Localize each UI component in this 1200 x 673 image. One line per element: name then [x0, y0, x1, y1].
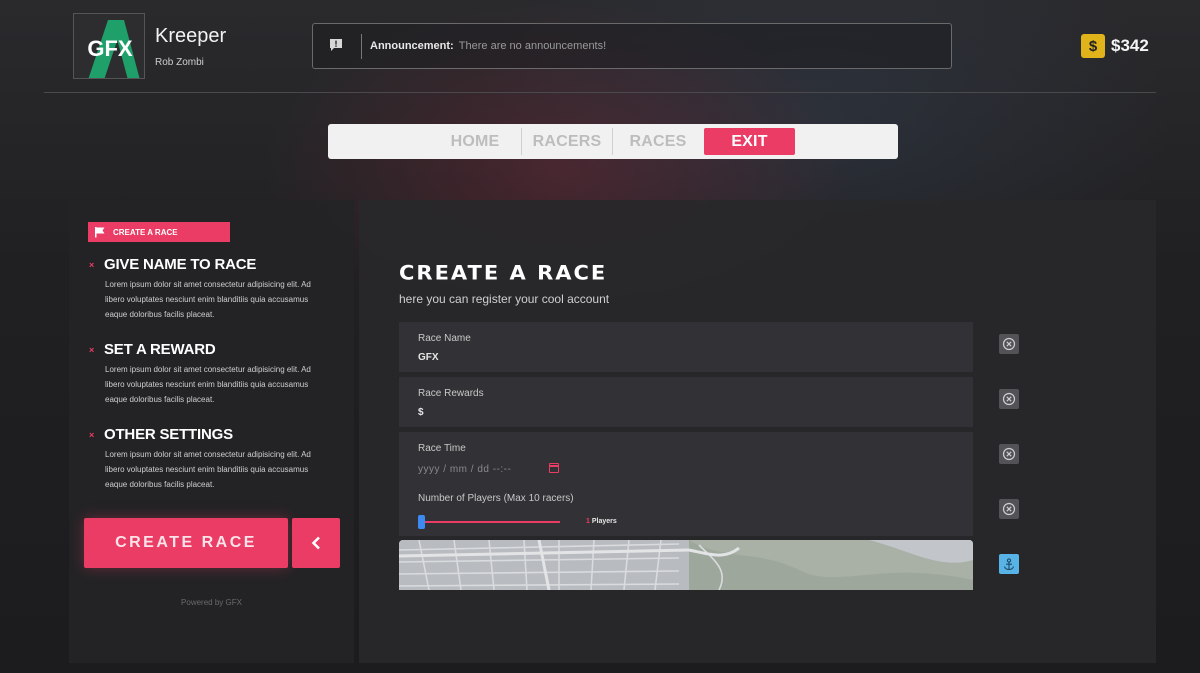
race-name-field[interactable]: Race Name GFX [399, 322, 973, 372]
announcement-text: Announcement: There are no announcements… [370, 40, 606, 52]
race-rewards-field[interactable]: Race Rewards $ [399, 377, 973, 427]
step-title: OTHER SETTINGS [104, 426, 233, 443]
race-time-field[interactable]: Race Time yyyy / mm / dd --:-- [399, 432, 973, 482]
clear-race-name-button[interactable] [999, 334, 1019, 354]
calendar-icon[interactable] [549, 463, 559, 473]
nav-home[interactable]: HOME [443, 128, 507, 155]
players-count-unit: Players [591, 518, 617, 525]
players-label: Number of Players (Max 10 racers) [418, 493, 574, 504]
announcement-icon [330, 39, 342, 51]
race-rewards-label: Race Rewards [418, 388, 484, 399]
race-name-label: Race Name [418, 333, 471, 344]
clear-race-rewards-button[interactable] [999, 389, 1019, 409]
logo-text: GFX [87, 36, 133, 61]
step-description: Lorem ipsum dolor sit amet consectetur a… [105, 450, 311, 489]
step-marker: × [89, 260, 95, 270]
page-title: CREATE A RACE [399, 262, 608, 285]
step-description: Lorem ipsum dolor sit amet consectetur a… [105, 280, 311, 319]
players-count-value: 1 [586, 518, 590, 525]
race-time-input[interactable]: yyyy / mm / dd --:-- [418, 464, 511, 475]
race-time-label: Race Time [418, 443, 466, 454]
clear-icon [1002, 337, 1016, 351]
clear-icon [1002, 447, 1016, 461]
header-divider [44, 92, 1156, 93]
race-name-input[interactable]: GFX [418, 352, 439, 363]
announcement-message: There are no announcements! [458, 40, 607, 52]
create-race-button[interactable]: CREATE RACE [84, 518, 288, 568]
clear-players-button[interactable] [999, 499, 1019, 519]
back-button[interactable] [292, 518, 340, 568]
announcement-label: Announcement: [370, 40, 454, 52]
players-count: 1 Players [586, 518, 617, 525]
clear-icon [1002, 502, 1016, 516]
players-slider-thumb[interactable] [418, 515, 425, 529]
step-marker: × [89, 345, 95, 355]
nav-racers[interactable]: RACERS [532, 128, 602, 155]
gfx-logo: GFX [73, 13, 145, 79]
main-nav: HOME RACERS RACES EXIT [328, 124, 898, 159]
nav-races[interactable]: RACES [624, 128, 692, 155]
race-rewards-input[interactable]: $ [418, 407, 424, 418]
wallet-amount: $342 [1111, 36, 1149, 55]
chevron-left-icon [311, 536, 320, 550]
nav-exit[interactable]: EXIT [704, 128, 795, 155]
nav-divider [521, 128, 522, 155]
step-description: Lorem ipsum dolor sit amet consectetur a… [105, 365, 311, 404]
set-route-button[interactable] [999, 554, 1019, 574]
create-race-badge: CREATE A RACE [88, 222, 230, 242]
profile-name: Kreeper [155, 25, 227, 47]
clear-race-time-button[interactable] [999, 444, 1019, 464]
flag-icon [95, 227, 105, 238]
clear-icon [1002, 392, 1016, 406]
badge-label: CREATE A RACE [113, 227, 178, 237]
powered-by: Powered by GFX [181, 598, 242, 607]
anchor-icon [1003, 557, 1015, 570]
step-title: GIVE NAME TO RACE [104, 256, 257, 273]
announcement-bar: Announcement: There are no announcements… [312, 23, 952, 69]
page-subtitle: here you can register your cool account [399, 292, 610, 306]
race-route-map[interactable] [399, 540, 973, 590]
step-title: SET A REWARD [104, 341, 216, 358]
nav-divider [612, 128, 613, 155]
step-marker: × [89, 430, 95, 440]
players-slider-track[interactable] [421, 521, 560, 523]
wallet: $ $342 [1081, 34, 1149, 58]
players-field: Number of Players (Max 10 racers) 1 Play… [399, 482, 973, 536]
dollar-icon: $ [1081, 34, 1105, 58]
profile-subtitle: Rob Zombi [155, 57, 204, 68]
announcement-divider [361, 34, 362, 59]
